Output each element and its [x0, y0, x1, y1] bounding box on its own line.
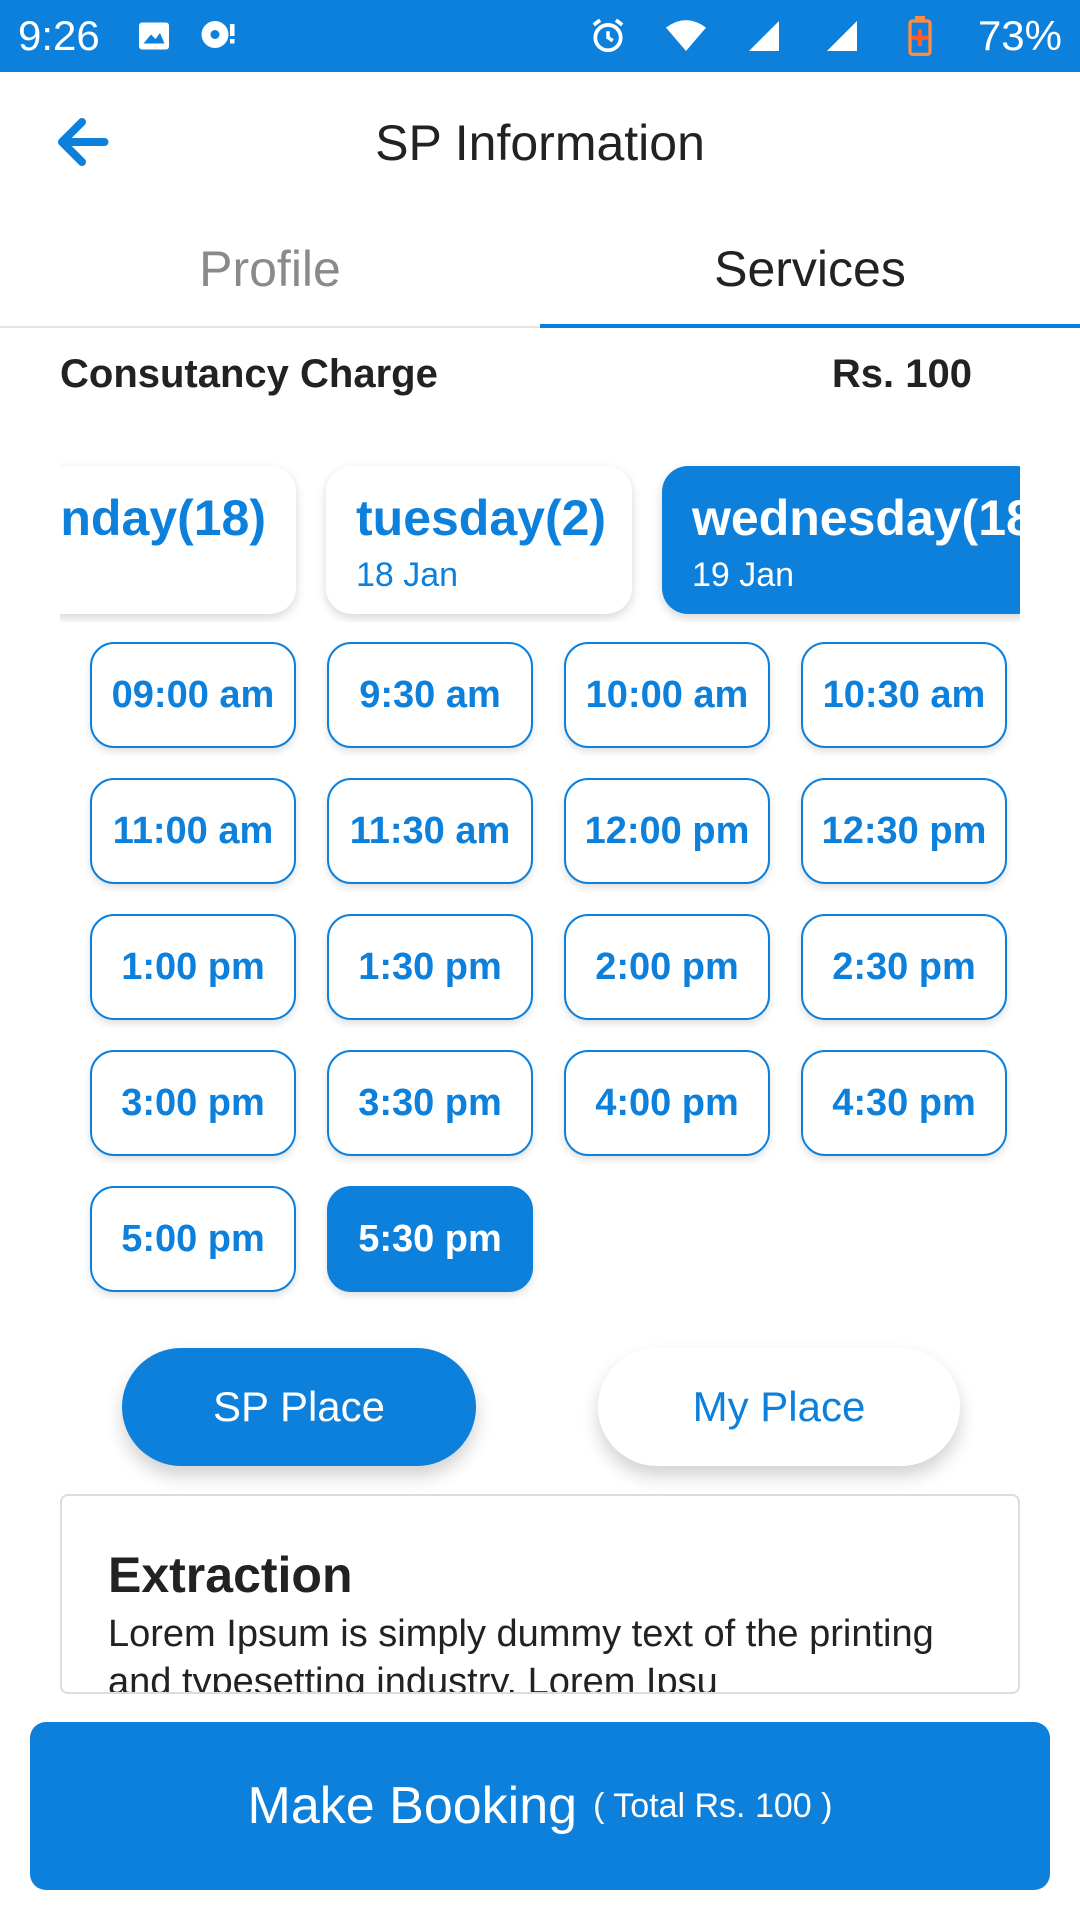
day-name: wednesday(18 — [692, 490, 1020, 546]
image-icon — [134, 16, 174, 56]
day-selector: nday(18) an tuesday(2) 18 Jan wednesday(… — [60, 462, 1020, 622]
charge-value: Rs. 100 — [831, 352, 972, 396]
day-date: 19 Jan — [692, 556, 795, 594]
time-slot[interactable]: 3:30 pm — [327, 1050, 533, 1156]
battery-icon — [900, 16, 940, 56]
charge-label: Consutancy Charge — [60, 352, 438, 396]
day-name: nday(18) — [60, 490, 266, 546]
time-slot[interactable]: 10:00 am — [564, 642, 770, 748]
tab-bar: Profile Services — [0, 212, 1080, 328]
time-slot[interactable]: 2:00 pm — [564, 914, 770, 1020]
time-slot[interactable]: 09:00 am — [90, 642, 296, 748]
day-card[interactable]: tuesday(2) 18 Jan — [326, 466, 632, 614]
consultancy-charge-row: Consutancy Charge Rs. 100 — [60, 352, 972, 397]
time-slot[interactable]: 4:00 pm — [564, 1050, 770, 1156]
day-selector-edge — [1020, 462, 1080, 622]
tab-profile[interactable]: Profile — [0, 212, 540, 326]
signal-icon — [822, 16, 862, 56]
status-bar: 9:26 73% — [0, 0, 1080, 72]
tab-services[interactable]: Services — [540, 212, 1080, 328]
sp-place-button[interactable]: SP Place — [122, 1348, 476, 1466]
time-slot[interactable]: 12:30 pm — [801, 778, 1007, 884]
wifi-icon — [665, 16, 706, 56]
time-slot[interactable]: 3:00 pm — [90, 1050, 296, 1156]
time-slot[interactable]: 4:30 pm — [801, 1050, 1007, 1156]
make-booking-button[interactable]: Make Booking ( Total Rs. 100 ) — [30, 1722, 1050, 1890]
booking-total: ( Total Rs. 100 ) — [593, 1786, 833, 1825]
page-title: SP Information — [375, 115, 705, 171]
time-slot[interactable]: 12:00 pm — [564, 778, 770, 884]
day-card[interactable]: nday(18) an — [60, 466, 296, 614]
alarm-icon — [588, 16, 628, 56]
time-slot[interactable]: 10:30 am — [801, 642, 1007, 748]
service-title: Extraction — [108, 1547, 353, 1603]
status-time: 9:26 — [18, 12, 100, 59]
battery-percent: 73% — [977, 12, 1062, 59]
day-date: an — [60, 556, 266, 595]
time-slot[interactable]: 2:30 pm — [801, 914, 1007, 1020]
time-slot[interactable]: 1:30 pm — [327, 914, 533, 1020]
time-slot-selected[interactable]: 5:30 pm — [327, 1186, 533, 1292]
booking-label: Make Booking — [247, 1777, 578, 1835]
time-slot[interactable]: 5:00 pm — [90, 1186, 296, 1292]
app-header: SP Information — [0, 72, 1080, 212]
day-date: 18 Jan — [356, 556, 459, 594]
service-description: Lorem Ipsum is simply dummy text of the … — [108, 1613, 934, 1694]
service-card: Extraction Lorem Ipsum is simply dummy t… — [60, 1494, 1020, 1694]
signal-icon — [744, 16, 784, 56]
time-slot[interactable]: 1:00 pm — [90, 914, 296, 1020]
time-slot[interactable]: 9:30 am — [327, 642, 533, 748]
day-name: tuesday(2) — [356, 490, 607, 546]
day-card-selected[interactable]: wednesday(18 19 Jan — [662, 466, 1020, 614]
time-slot[interactable]: 11:00 am — [90, 778, 296, 884]
time-slot[interactable]: 11:30 am — [327, 778, 533, 884]
time-slot-grid: 09:00 am 9:30 am 10:00 am 10:30 am 11:00… — [90, 642, 1007, 1292]
my-place-button[interactable]: My Place — [598, 1348, 960, 1466]
location-icon — [198, 16, 238, 56]
